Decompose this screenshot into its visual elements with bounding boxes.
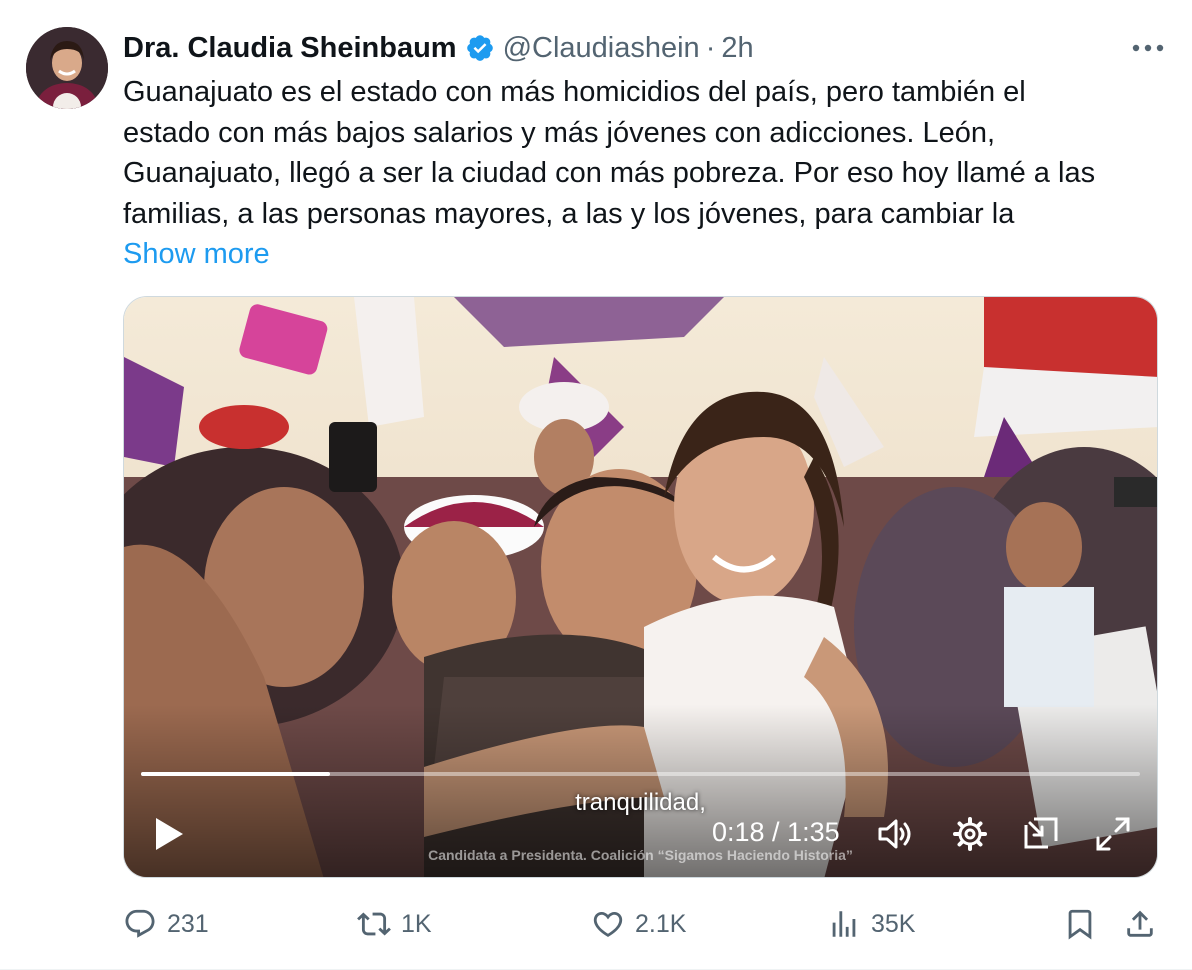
video-progress-bar[interactable] [141,772,1140,776]
views-button[interactable]: 35K [827,902,915,946]
settings-button[interactable] [952,815,988,853]
play-button[interactable] [152,815,186,853]
share-button[interactable] [1123,902,1157,946]
repost-icon [357,912,391,936]
video-timecode: 0:18 / 1:35 [712,817,840,847]
heart-icon [593,911,623,937]
more-dots-icon [1132,44,1164,52]
speaker-icon [878,819,911,849]
user-handle[interactable]: @Claudiashein [503,32,700,65]
tweet-actions-bar: 231 1K 2.1K 35K [123,902,1163,946]
show-more-link[interactable]: Show more [123,238,270,270]
volume-button[interactable] [876,815,916,853]
views-count: 35K [871,909,916,938]
bookmark-button[interactable] [1063,902,1097,946]
avatar-photo [26,27,108,109]
verified-badge-icon[interactable] [465,33,495,63]
video-progress-fill [141,772,330,776]
bookmark-icon [1068,909,1092,940]
video-caption: tranquilidad, [575,789,706,816]
expand-icon [1096,817,1130,851]
reply-count: 231 [167,909,209,938]
video-player[interactable]: tranquilidad, Candidata a Presidenta. Co… [123,296,1158,878]
tweet-text-line: estado con más bajos salarios y más jóve… [123,116,996,149]
tweet-card[interactable]: Dra. Claudia Sheinbaum @Claudiashein · 2… [0,0,1192,970]
reply-icon [125,909,155,938]
pip-icon [1024,817,1058,849]
repost-count: 1K [401,909,432,938]
gear-icon [953,817,987,851]
like-button[interactable]: 2.1K [591,902,686,946]
fullscreen-button[interactable] [1094,815,1132,853]
analytics-icon [832,911,856,937]
tweet-text-line: familias, a las personas mayores, a las … [123,197,1015,230]
like-count: 2.1K [635,909,687,938]
picture-in-picture-button[interactable] [1022,815,1060,853]
avatar[interactable] [26,27,108,109]
tweet-text-line: Guanajuato es el estado con más homicidi… [123,76,1026,108]
header-separator: · [705,31,716,64]
tweet-text: Guanajuato es el estado con más homicidi… [123,72,1163,275]
tweet-header: Dra. Claudia Sheinbaum @Claudiashein · 2… [123,28,754,68]
timestamp[interactable]: 2h [721,32,753,65]
tweet-text-line: Guanajuato, llegó a ser la ciudad con má… [123,157,1096,189]
video-credit: Candidata a Presidenta. Coalición “Sigam… [428,847,853,863]
reply-button[interactable]: 231 [123,902,209,946]
more-options-button[interactable] [1128,30,1168,66]
repost-button[interactable]: 1K [357,902,432,946]
play-icon [156,818,183,850]
share-icon [1127,910,1153,937]
display-name[interactable]: Dra. Claudia Sheinbaum [123,32,457,65]
